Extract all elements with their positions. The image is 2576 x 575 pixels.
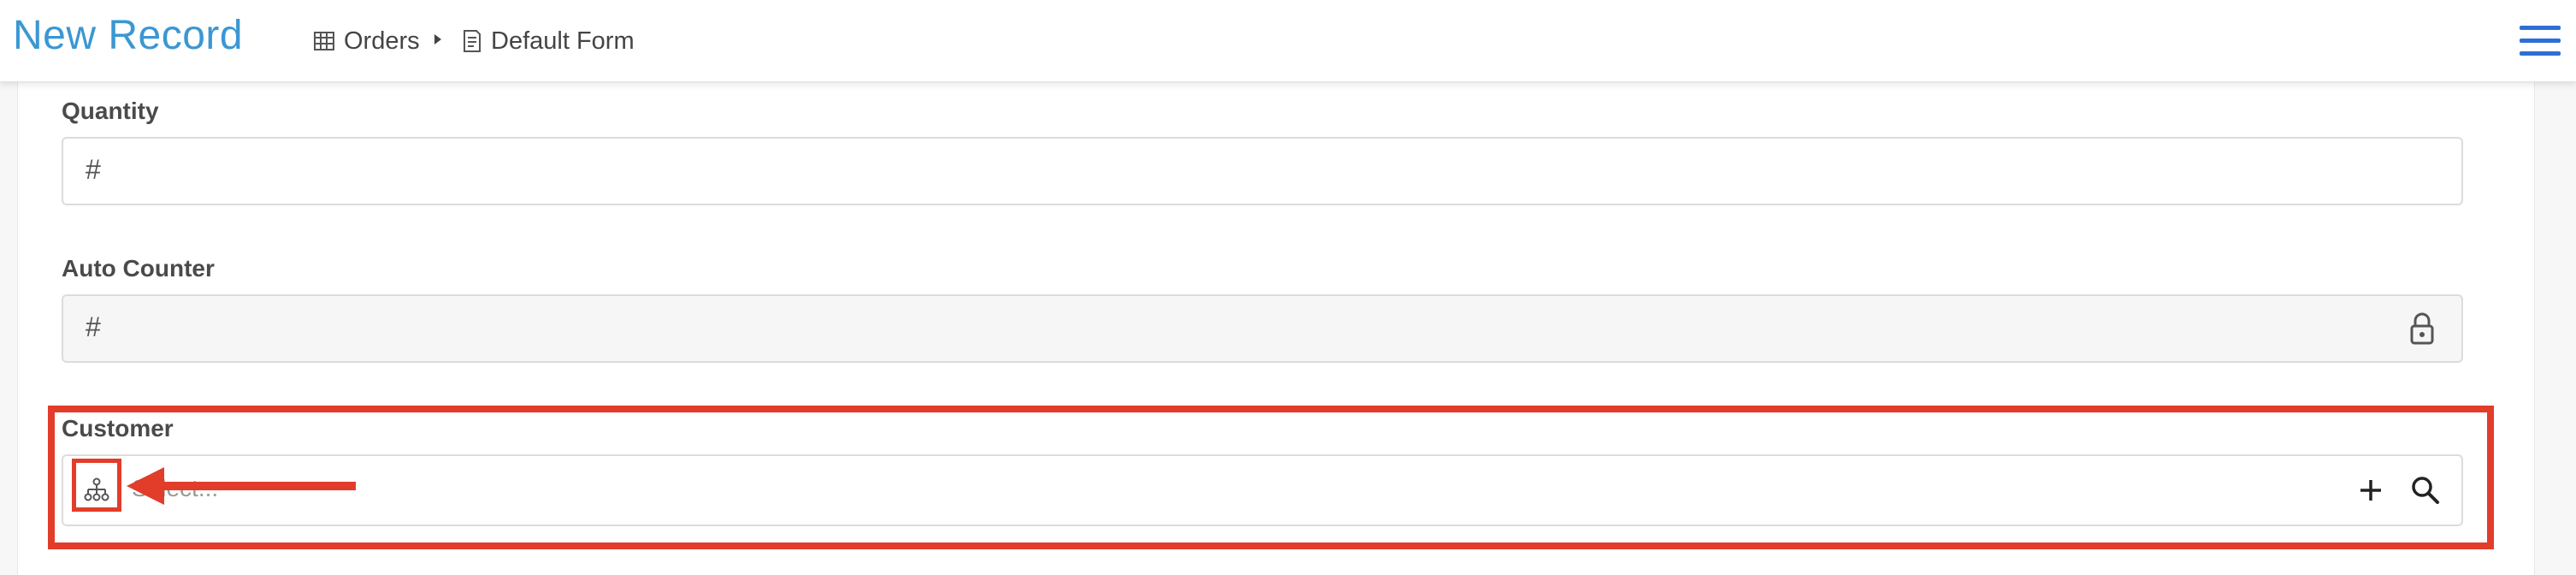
form-icon (462, 29, 482, 53)
table-icon (313, 30, 335, 52)
number-prefix: # (86, 154, 101, 185)
breadcrumb-label: Default Form (491, 27, 635, 55)
hamburger-menu-icon[interactable] (2520, 24, 2561, 58)
auto-counter-input: # (62, 294, 2463, 363)
caret-right-icon (433, 33, 443, 50)
breadcrumb-default-form[interactable]: Default Form (462, 24, 635, 58)
customer-select[interactable]: Select... (62, 454, 2463, 526)
number-prefix: # (86, 311, 101, 342)
customer-placeholder: Select... (132, 475, 219, 501)
quantity-input[interactable]: # (62, 137, 2463, 205)
field-label-customer: Customer (62, 415, 174, 442)
lock-icon (2408, 311, 2436, 350)
field-label-auto-counter: Auto Counter (62, 255, 215, 282)
plus-icon[interactable] (2355, 475, 2386, 506)
page-title: New Record (13, 13, 244, 58)
breadcrumb-orders[interactable]: Orders (313, 24, 420, 58)
field-label-quantity: Quantity (62, 98, 159, 124)
top-bar: New Record Orders Default Form (0, 0, 2576, 82)
breadcrumb-label: Orders (344, 27, 420, 55)
search-icon[interactable] (2408, 473, 2443, 507)
hierarchy-tree-icon[interactable] (75, 468, 118, 511)
